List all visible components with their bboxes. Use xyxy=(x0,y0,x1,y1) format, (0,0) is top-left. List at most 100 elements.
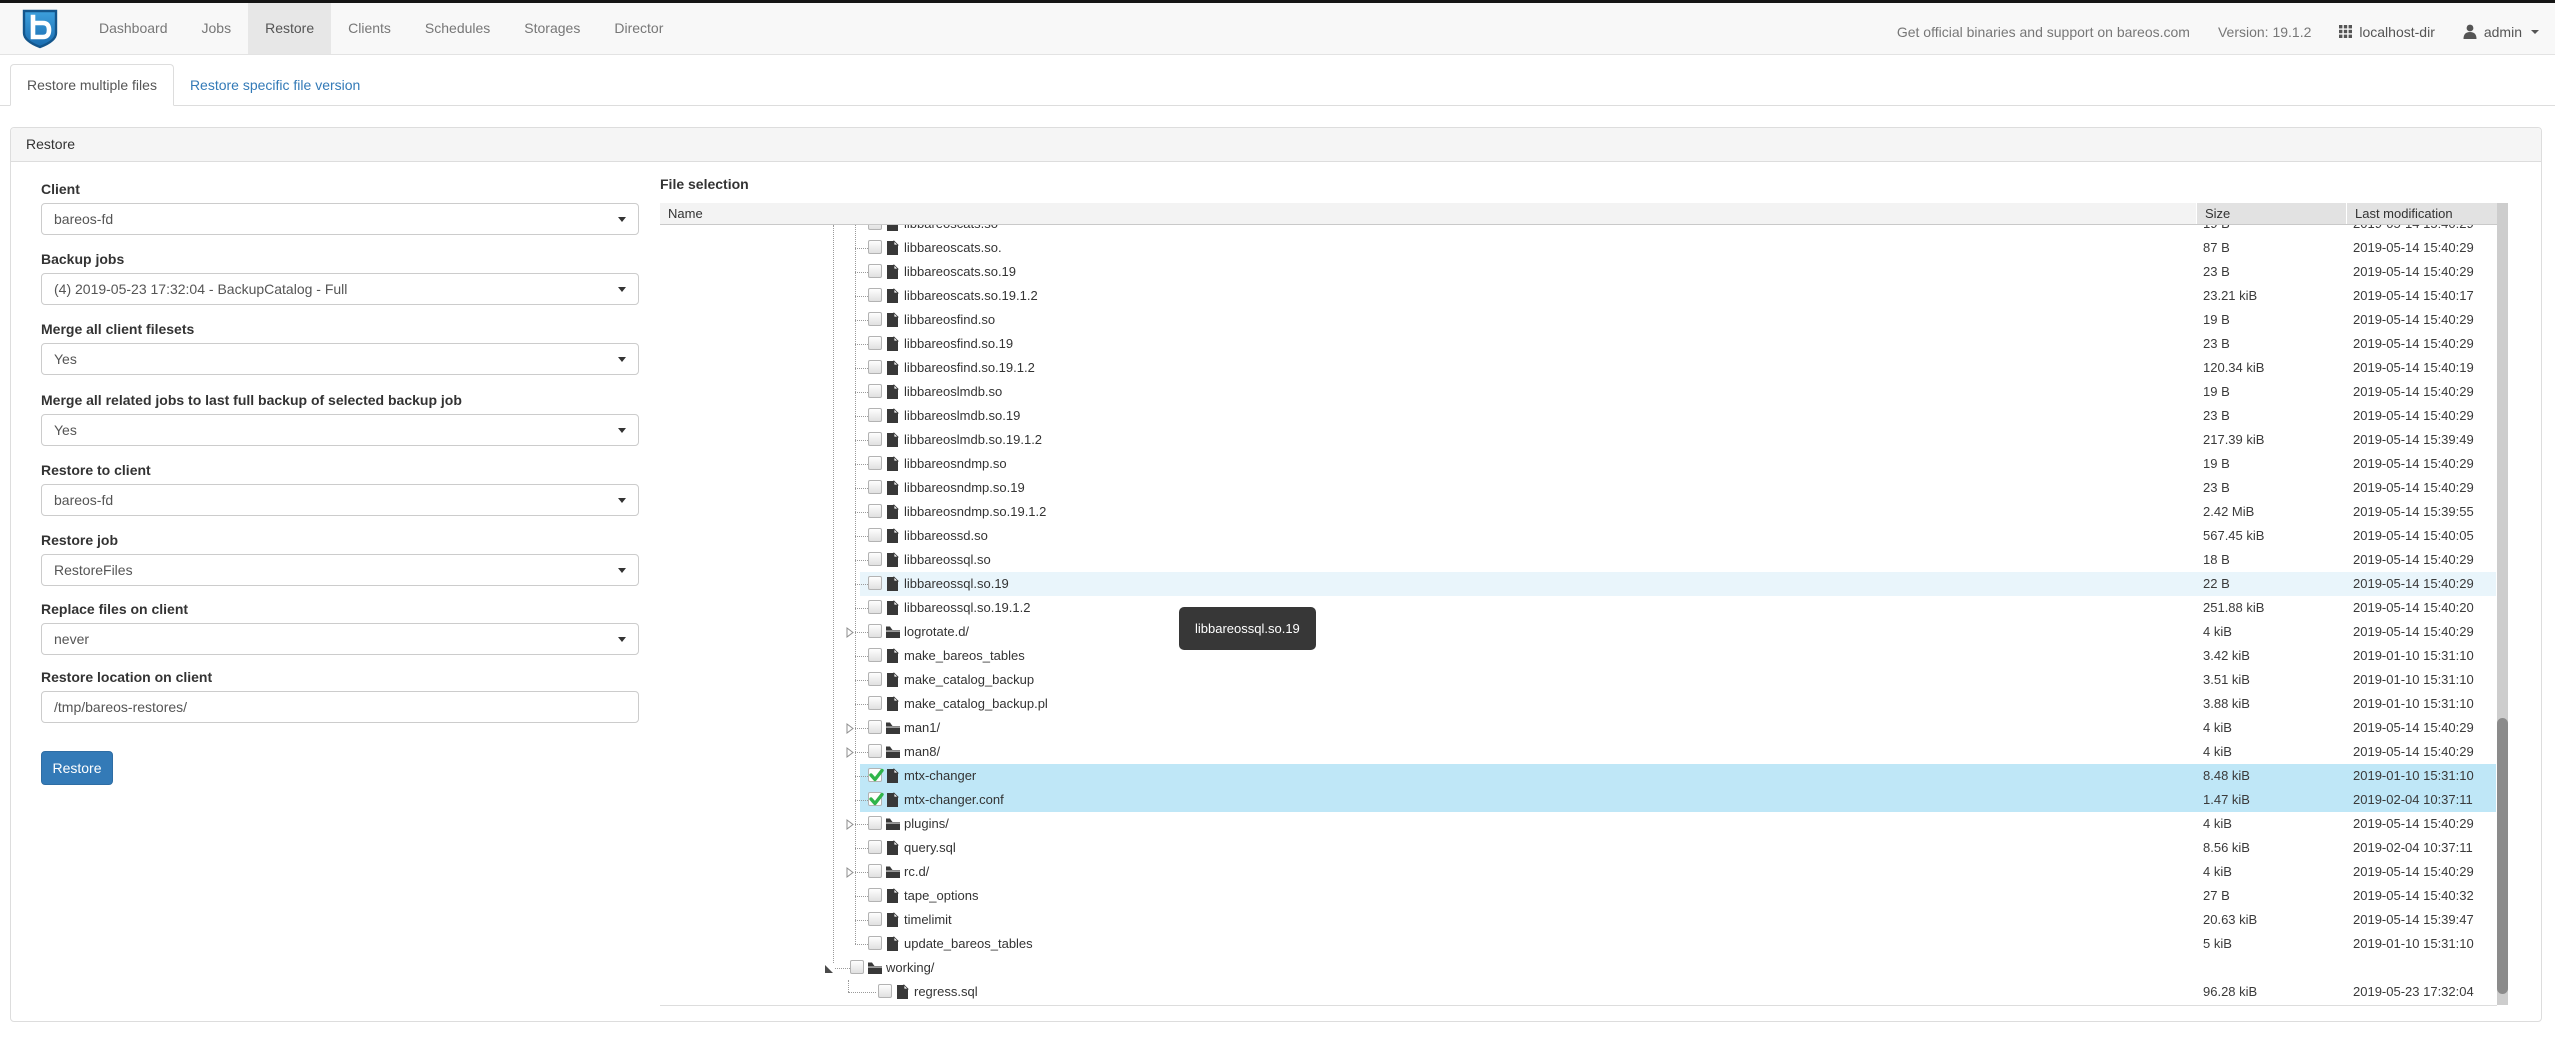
file-name[interactable]: update_bareos_tables xyxy=(904,932,1033,956)
file-name[interactable]: query.sql xyxy=(904,836,956,860)
row-checkbox[interactable] xyxy=(868,840,882,854)
row-checkbox[interactable] xyxy=(868,288,882,302)
file-name[interactable]: rc.d/ xyxy=(904,860,929,884)
row-checkbox[interactable] xyxy=(868,240,882,254)
file-name[interactable]: tape_options xyxy=(904,884,978,908)
file-name[interactable]: mtx-changer.conf xyxy=(904,788,1004,812)
file-name[interactable]: libbareoslmdb.so xyxy=(904,380,1002,404)
expander-open-icon[interactable] xyxy=(824,963,834,974)
row-checkbox[interactable] xyxy=(850,960,864,974)
row-checkbox[interactable] xyxy=(868,888,882,902)
expander-closed-icon[interactable] xyxy=(846,627,854,638)
row-checkbox-checked[interactable] xyxy=(868,768,882,782)
user-menu[interactable]: admin xyxy=(2463,24,2539,40)
row-checkbox[interactable] xyxy=(868,912,882,926)
row-checkbox[interactable] xyxy=(868,312,882,326)
nav-item-schedules[interactable]: Schedules xyxy=(408,3,507,54)
row-checkbox[interactable] xyxy=(868,456,882,470)
nav-item-dashboard[interactable]: Dashboard xyxy=(82,3,185,54)
file-name[interactable]: make_catalog_backup xyxy=(904,668,1034,692)
row-checkbox[interactable] xyxy=(868,648,882,662)
support-link[interactable]: Get official binaries and support on bar… xyxy=(1897,24,2190,40)
file-name[interactable]: timelimit xyxy=(904,908,952,932)
expander-closed-icon[interactable] xyxy=(846,867,854,878)
row-checkbox[interactable] xyxy=(868,225,882,230)
file-name[interactable]: man1/ xyxy=(904,716,940,740)
row-checkbox[interactable] xyxy=(868,936,882,950)
nav-item-clients[interactable]: Clients xyxy=(331,3,408,54)
file-name[interactable]: libbareosfind.so xyxy=(904,308,995,332)
file-name[interactable]: libbareoscats.so. xyxy=(904,236,1002,260)
row-checkbox[interactable] xyxy=(868,504,882,518)
nav-item-director[interactable]: Director xyxy=(597,3,680,54)
nav-item-jobs[interactable]: Jobs xyxy=(185,3,249,54)
select-merge-all-client-filesets[interactable]: Yes xyxy=(41,343,639,375)
row-checkbox[interactable] xyxy=(868,408,882,422)
file-name[interactable]: libbareosfind.so.19 xyxy=(904,332,1013,356)
tree-scrollbar-track[interactable] xyxy=(2497,203,2508,1005)
file-name[interactable]: libbareoscats.so.19 xyxy=(904,260,1016,284)
row-checkbox[interactable] xyxy=(868,600,882,614)
file-name[interactable]: libbareossql.so xyxy=(904,548,991,572)
tree-scrollbar-thumb[interactable] xyxy=(2497,718,2508,994)
file-name[interactable]: libbareoslmdb.so.19 xyxy=(904,404,1020,428)
nav-item-restore[interactable]: Restore xyxy=(248,3,331,54)
file-name[interactable]: working/ xyxy=(886,956,934,980)
nav-item-storages[interactable]: Storages xyxy=(507,3,597,54)
restore-button[interactable]: Restore xyxy=(41,751,113,785)
select-client[interactable]: bareos-fd xyxy=(41,203,639,235)
file-name[interactable]: libbareosndmp.so.19.1.2 xyxy=(904,500,1046,524)
expander-closed-icon[interactable] xyxy=(846,819,854,830)
tab-restore-specific-file-version[interactable]: Restore specific file version xyxy=(174,65,376,105)
select-replace-files-on-client[interactable]: never xyxy=(41,623,639,655)
select-restore-job[interactable]: RestoreFiles xyxy=(41,554,639,586)
row-checkbox[interactable] xyxy=(868,576,882,590)
file-name[interactable]: make_bareos_tables xyxy=(904,644,1025,668)
file-name[interactable]: libbareoscats.so xyxy=(904,225,998,236)
row-checkbox[interactable] xyxy=(868,720,882,734)
row-checkbox[interactable] xyxy=(868,528,882,542)
file-name[interactable]: man8/ xyxy=(904,740,940,764)
row-checkbox[interactable] xyxy=(868,552,882,566)
file-name[interactable]: libbareosfind.so.19.1.2 xyxy=(904,356,1035,380)
row-checkbox[interactable] xyxy=(868,480,882,494)
row-checkbox[interactable] xyxy=(868,672,882,686)
bareos-logo-icon[interactable] xyxy=(22,9,58,49)
row-checkbox[interactable] xyxy=(868,744,882,758)
file-mtime: 2019-05-14 15:40:29 xyxy=(2353,332,2474,356)
row-checkbox[interactable] xyxy=(868,432,882,446)
row-checkbox[interactable] xyxy=(868,264,882,278)
expander-closed-icon[interactable] xyxy=(846,723,854,734)
file-name[interactable]: mtx-changer xyxy=(904,764,976,788)
file-name[interactable]: plugins/ xyxy=(904,812,949,836)
file-name[interactable]: libbareossql.so.19.1.2 xyxy=(904,596,1030,620)
file-name[interactable]: make_catalog_backup.pl xyxy=(904,692,1048,716)
row-checkbox[interactable] xyxy=(868,336,882,350)
file-name[interactable]: libbareoslmdb.so.19.1.2 xyxy=(904,428,1042,452)
file-name[interactable]: logrotate.d/ xyxy=(904,620,969,644)
file-name[interactable]: libbareossql.so.19 xyxy=(904,572,1009,596)
row-checkbox[interactable] xyxy=(868,816,882,830)
select-restore-to-client[interactable]: bareos-fd xyxy=(41,484,639,516)
row-checkbox[interactable] xyxy=(868,624,882,638)
row-checkbox[interactable] xyxy=(878,984,892,998)
row-checkbox[interactable] xyxy=(868,384,882,398)
row-checkbox[interactable] xyxy=(868,360,882,374)
row-checkbox[interactable] xyxy=(868,696,882,710)
file-size: 217.39 kiB xyxy=(2203,428,2264,452)
director-selector[interactable]: localhost-dir xyxy=(2339,24,2434,40)
file-name[interactable]: libbareoscats.so.19.1.2 xyxy=(904,284,1038,308)
tab-restore-multiple-files[interactable]: Restore multiple files xyxy=(10,64,174,106)
file-name[interactable]: libbareosndmp.so.19 xyxy=(904,476,1025,500)
input-restore-location-on-client[interactable]: /tmp/bareos-restores/ xyxy=(41,691,639,723)
file-size: 19 B xyxy=(2203,225,2230,236)
file-name[interactable]: libbareossd.so xyxy=(904,524,988,548)
file-name[interactable]: libbareosndmp.so xyxy=(904,452,1007,476)
select-merge-all-related-jobs-to-last-full-backup-of-selected-backup-job[interactable]: Yes xyxy=(41,414,639,446)
row-checkbox[interactable] xyxy=(868,864,882,878)
row-checkbox-checked[interactable] xyxy=(868,792,882,806)
file-name[interactable]: regress.sql xyxy=(914,980,978,1004)
select-backup-jobs[interactable]: (4) 2019-05-23 17:32:04 - BackupCatalog … xyxy=(41,273,639,305)
expander-closed-icon[interactable] xyxy=(846,747,854,758)
file-mtime: 2019-01-10 15:31:10 xyxy=(2353,764,2474,788)
